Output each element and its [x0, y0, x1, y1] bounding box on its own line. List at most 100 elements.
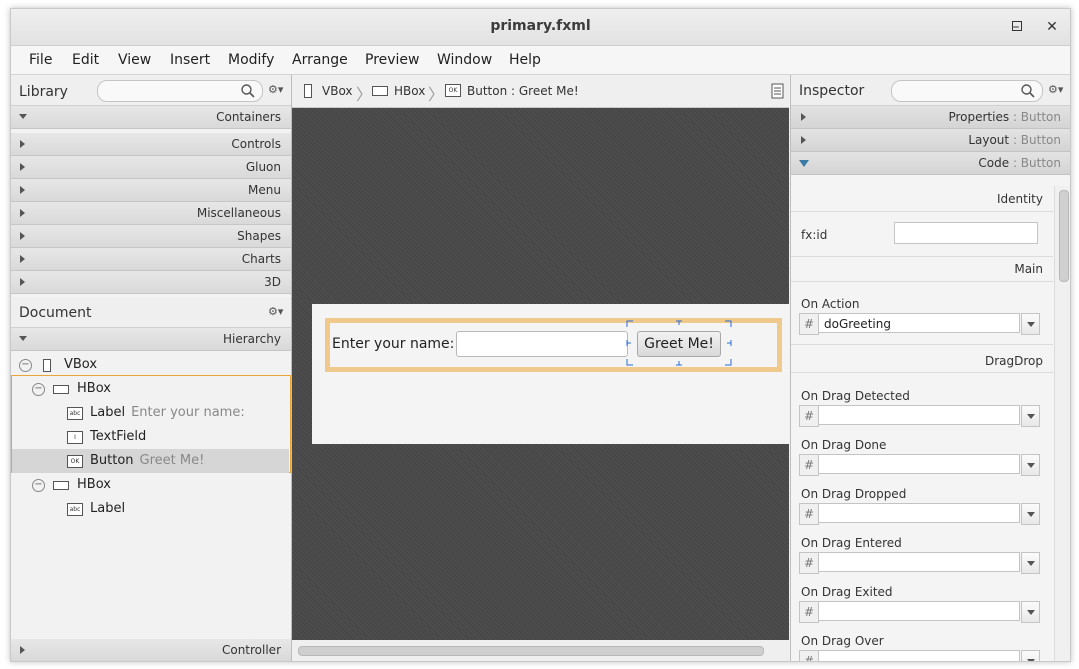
library-section-controls[interactable]: Controls	[11, 133, 291, 156]
document-icon[interactable]	[771, 83, 785, 99]
menu-window[interactable]: Window	[437, 52, 492, 68]
breadcrumb-vbox[interactable]: VBox	[322, 84, 353, 98]
chevron-down-icon[interactable]	[1021, 601, 1040, 623]
library-header: Library ⚙▾	[11, 75, 291, 106]
breadcrumb-button[interactable]: Button : Greet Me!	[467, 84, 579, 98]
menu-insert[interactable]: Insert	[170, 52, 210, 68]
scroll-thumb[interactable]	[1059, 190, 1069, 282]
on-drag-entered-field[interactable]: #	[799, 552, 1040, 574]
vbox-preview[interactable]: Enter your name: Greet Me!	[312, 304, 789, 444]
library-search-input[interactable]	[97, 80, 263, 102]
on-drag-dropped-label: On Drag Dropped	[801, 487, 907, 501]
preview-label[interactable]: Enter your name:	[332, 336, 454, 352]
selection-handles	[626, 320, 732, 366]
collapsed-icon	[20, 140, 25, 148]
library-section-3d[interactable]: 3D	[11, 271, 291, 294]
collapsed-icon	[20, 278, 25, 286]
inspector-panel: Inspector ⚙▾ Properties : Button Layout …	[790, 75, 1070, 661]
collapsed-icon	[20, 255, 25, 263]
inspector-section-layout[interactable]: Layout : Button	[791, 129, 1070, 152]
inspector-gear-icon[interactable]: ⚙▾	[1048, 83, 1066, 97]
tree-node-hbox-2[interactable]: − HBox	[11, 473, 291, 497]
menu-edit[interactable]: Edit	[72, 52, 99, 68]
inspector-section-code[interactable]: Code : Button	[791, 152, 1070, 175]
controller-section[interactable]: Controller	[11, 639, 291, 661]
library-section-shapes[interactable]: Shapes	[11, 225, 291, 248]
on-drag-dropped-field[interactable]: #	[799, 503, 1040, 525]
scroll-thumb[interactable]	[298, 646, 764, 656]
close-icon[interactable]: ✕	[1042, 17, 1062, 37]
hierarchy-section[interactable]: Hierarchy	[11, 328, 291, 351]
menu-view[interactable]: View	[118, 52, 151, 68]
menu-file[interactable]: File	[29, 52, 52, 68]
menu-help[interactable]: Help	[509, 52, 541, 68]
hash-icon: #	[799, 313, 819, 335]
breadcrumb-separator-icon: 〉	[356, 85, 373, 104]
menu-bar: File Edit View Insert Modify Arrange Pre…	[11, 46, 1070, 75]
library-section-menu[interactable]: Menu	[11, 179, 291, 202]
document-header: Document ⚙▾	[11, 297, 291, 328]
menu-arrange[interactable]: Arrange	[292, 52, 348, 68]
horizontal-scrollbar[interactable]	[292, 640, 789, 661]
on-action-field[interactable]: # doGreeting	[799, 313, 1040, 335]
on-drag-done-field[interactable]: #	[799, 454, 1040, 476]
inspector-search-input[interactable]	[891, 80, 1043, 102]
label-icon: abc	[67, 407, 83, 420]
on-drag-exited-label: On Drag Exited	[801, 585, 893, 599]
collapse-icon[interactable]: −	[32, 479, 45, 492]
button-icon: OK	[445, 84, 461, 97]
expanded-icon	[19, 336, 27, 341]
maximize-icon[interactable]	[1007, 16, 1027, 36]
inspector-scrollbar[interactable]	[1054, 186, 1070, 661]
menu-preview[interactable]: Preview	[365, 52, 420, 68]
fxid-field[interactable]	[894, 222, 1038, 244]
on-drag-over-field[interactable]: #	[799, 650, 1040, 661]
menu-modify[interactable]: Modify	[228, 52, 274, 68]
tree-node-vbox[interactable]: − VBox	[11, 353, 291, 377]
library-section-charts[interactable]: Charts	[11, 248, 291, 271]
on-drag-over-label: On Drag Over	[801, 634, 884, 648]
expanded-icon	[799, 160, 809, 167]
collapsed-icon	[20, 646, 25, 654]
collapse-icon[interactable]: −	[19, 359, 32, 372]
library-section-gluon[interactable]: Gluon	[11, 156, 291, 179]
window-title: primary.fxml	[490, 18, 591, 34]
identity-heading: Identity	[997, 192, 1043, 206]
chevron-down-icon[interactable]	[1021, 552, 1040, 574]
chevron-down-icon[interactable]	[1021, 313, 1040, 335]
breadcrumb: VBox 〉 HBox 〉 OK Button : Greet Me!	[292, 75, 789, 108]
tree-node-label-2[interactable]: abc Label	[11, 497, 291, 521]
expanded-icon	[19, 114, 27, 119]
tree-node-button[interactable]: OK Button Greet Me!	[12, 449, 289, 473]
collapse-icon[interactable]: −	[32, 383, 45, 396]
chevron-down-icon[interactable]	[1021, 503, 1040, 525]
breadcrumb-hbox[interactable]: HBox	[394, 84, 425, 98]
inspector-code-body: Identity fx:id Main On Action # doGreeti…	[791, 186, 1053, 661]
preview-textfield[interactable]	[456, 331, 628, 357]
document-gear-icon[interactable]: ⚙▾	[268, 305, 286, 319]
inspector-section-properties[interactable]: Properties : Button	[791, 106, 1070, 129]
library-section-miscellaneous[interactable]: Miscellaneous	[11, 202, 291, 225]
chevron-down-icon[interactable]	[1021, 650, 1040, 661]
button-icon: OK	[67, 455, 83, 468]
vbox-icon	[304, 84, 312, 98]
on-action-input[interactable]: doGreeting	[818, 313, 1020, 333]
on-drag-detected-field[interactable]: #	[799, 405, 1040, 427]
tree-node-label[interactable]: abc Label Enter your name:	[11, 401, 291, 425]
library-gear-icon[interactable]: ⚙▾	[268, 83, 286, 97]
collapsed-icon	[801, 113, 806, 121]
search-icon	[241, 84, 255, 98]
app-window: primary.fxml – ✕ File Edit View Insert M…	[10, 8, 1071, 662]
inspector-header: Inspector ⚙▾	[791, 75, 1070, 106]
on-drag-entered-label: On Drag Entered	[801, 536, 902, 550]
chevron-down-icon[interactable]	[1021, 405, 1040, 427]
chevron-down-icon[interactable]	[1021, 454, 1040, 476]
on-action-label: On Action	[801, 297, 860, 311]
on-drag-exited-field[interactable]: #	[799, 601, 1040, 623]
tree-node-hbox[interactable]: − HBox	[11, 377, 291, 401]
tree-node-textfield[interactable]: I TextField	[11, 425, 291, 449]
library-section-containers[interactable]: Containers	[11, 106, 291, 129]
design-canvas[interactable]: Enter your name: Greet Me!	[292, 108, 789, 640]
main-heading: Main	[1014, 262, 1043, 276]
document-title: Document	[19, 305, 92, 321]
